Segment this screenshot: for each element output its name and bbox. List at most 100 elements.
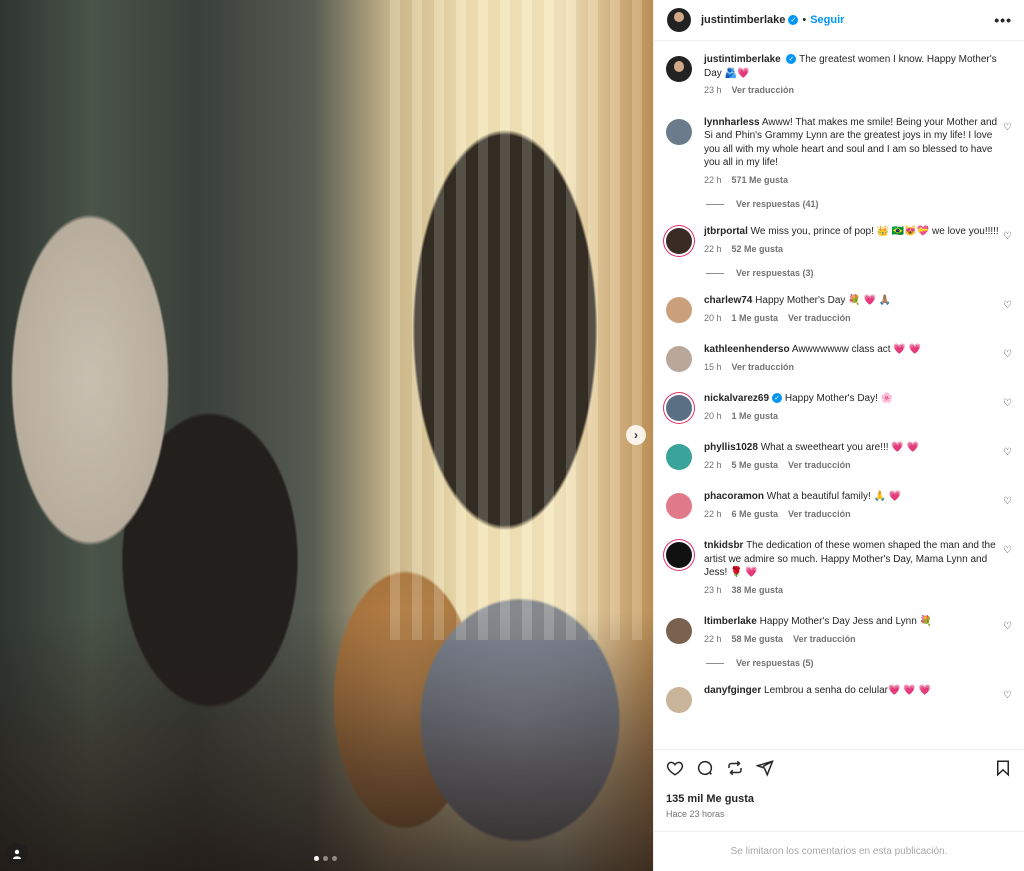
view-replies-label: Ver respuestas (3): [736, 268, 814, 278]
author-avatar[interactable]: [667, 8, 691, 32]
comment-item: kathleenhenderso Awwwwwww class act 💗 💗 1…: [666, 343, 1014, 374]
tagged-people-button[interactable]: [6, 843, 28, 865]
commenter-username[interactable]: danyfginger: [704, 685, 761, 696]
view-replies-button[interactable]: Ver respuestas (41): [706, 199, 1014, 209]
commenter-avatar[interactable]: [666, 118, 692, 145]
comment-likes[interactable]: 52 Me gusta: [732, 243, 784, 257]
comment-time[interactable]: 22 h: [704, 174, 722, 188]
post-media[interactable]: ›: [0, 0, 653, 871]
comment-translate-link[interactable]: Ver traducción: [788, 312, 851, 326]
comment-likes[interactable]: 58 Me gusta: [732, 633, 784, 647]
carousel-next-button[interactable]: ›: [626, 425, 646, 445]
post-header: justintimberlake ✓ • Seguir •••: [654, 0, 1024, 41]
comment-time[interactable]: 22 h: [704, 459, 722, 473]
carousel-dot: [323, 856, 328, 861]
likes-count[interactable]: 135 mil Me gusta: [654, 785, 1024, 805]
comment-time[interactable]: 22 h: [704, 633, 722, 647]
comment-like-heart-icon[interactable]: ♡: [1003, 349, 1012, 360]
carousel-indicator: [314, 856, 337, 861]
comment-text: Happy Mother's Day Jess and Lynn 💐: [759, 616, 932, 627]
heart-icon[interactable]: [666, 759, 684, 777]
commenter-username[interactable]: nickalvarez69: [704, 393, 769, 404]
commenter-avatar[interactable]: [666, 444, 692, 470]
comment-text: What a sweetheart you are!!! 💗 💗: [760, 442, 920, 453]
commenter-username[interactable]: phacoramon: [704, 491, 764, 502]
comment-translate-link[interactable]: Ver traducción: [793, 633, 856, 647]
comment-text: What a beautiful family! 🙏 💗: [766, 491, 902, 502]
comment-like-heart-icon[interactable]: ♡: [1003, 496, 1012, 507]
more-options-icon[interactable]: •••: [994, 12, 1012, 28]
header-separator: •: [802, 14, 807, 26]
commenter-username[interactable]: charlew74: [704, 295, 752, 306]
comment-translate-link[interactable]: Ver traducción: [788, 508, 851, 522]
comment-like-heart-icon[interactable]: ♡: [1003, 398, 1012, 409]
comment-like-heart-icon[interactable]: ♡: [1003, 122, 1012, 133]
commenter-username[interactable]: phyllis1028: [704, 442, 758, 453]
commenter-avatar[interactable]: [666, 346, 692, 372]
share-icon[interactable]: [756, 759, 774, 777]
view-replies-button[interactable]: Ver respuestas (5): [706, 658, 1014, 668]
comment-text: Happy Mother's Day! 🌸: [784, 393, 894, 404]
commenter-avatar[interactable]: [666, 687, 692, 713]
comment-likes[interactable]: 1 Me gusta: [732, 312, 779, 326]
comment-likes[interactable]: 38 Me gusta: [732, 584, 784, 598]
comment-time[interactable]: 15 h: [704, 361, 722, 375]
commenter-avatar[interactable]: [666, 618, 692, 644]
post-date[interactable]: Hace 23 horas: [654, 805, 1024, 819]
commenter-username[interactable]: ltimberlake: [704, 616, 757, 627]
commenter-username[interactable]: kathleenhenderso: [704, 344, 790, 355]
caption-time[interactable]: 23 h: [704, 84, 722, 98]
comment-like-heart-icon[interactable]: ♡: [1003, 300, 1012, 311]
view-replies-label: Ver respuestas (5): [736, 658, 814, 668]
replies-line: [706, 272, 724, 274]
comments-list[interactable]: justintimberlake ✓ The greatest women I …: [654, 41, 1024, 749]
comment-icon[interactable]: [696, 759, 714, 777]
commenter-avatar[interactable]: [666, 395, 692, 421]
follow-button[interactable]: Seguir: [810, 14, 844, 26]
verified-badge-icon: ✓: [788, 15, 799, 25]
repost-icon[interactable]: [726, 759, 744, 777]
comment-item: lynnharless Awww! That makes me smile! B…: [666, 116, 1014, 188]
comment-like-heart-icon[interactable]: ♡: [1003, 447, 1012, 458]
media-floor-shade: [0, 611, 653, 871]
commenter-username[interactable]: tnkidsbr: [704, 540, 743, 551]
comment-time[interactable]: 23 h: [704, 584, 722, 598]
comment-likes[interactable]: 6 Me gusta: [732, 508, 779, 522]
commenter-username[interactable]: lynnharless: [704, 117, 760, 128]
person-tag-icon: [13, 849, 21, 859]
commenter-avatar[interactable]: [666, 542, 692, 568]
comment-text: The dedication of these women shaped the…: [704, 540, 996, 578]
commenter-username[interactable]: jtbrportal: [704, 226, 748, 237]
comment-time[interactable]: 20 h: [704, 410, 722, 424]
author-username[interactable]: justintimberlake: [701, 14, 785, 26]
caption-translate-link[interactable]: Ver traducción: [732, 84, 795, 98]
caption-username[interactable]: justintimberlake: [704, 54, 781, 65]
comment-likes[interactable]: 1 Me gusta: [732, 410, 779, 424]
caption-author-avatar[interactable]: [666, 56, 692, 82]
media-curtain: [390, 0, 653, 640]
comment-item: charlew74 Happy Mother's Day 💐 💗 🙏🏽 20 h 1…: [666, 294, 1014, 325]
view-replies-button[interactable]: Ver respuestas (3): [706, 268, 1014, 278]
verified-badge-icon: ✓: [786, 54, 797, 65]
comment-text: Lembrou a senha do celular💗 💗 💗: [764, 685, 931, 696]
comment-like-heart-icon[interactable]: ♡: [1003, 231, 1012, 242]
comment-time[interactable]: 22 h: [704, 508, 722, 522]
commenter-avatar[interactable]: [666, 228, 692, 254]
comment-time[interactable]: 22 h: [704, 243, 722, 257]
comment-item: nickalvarez69 ✓ Happy Mother's Day! 🌸 20 h…: [666, 392, 1014, 423]
comment-translate-link[interactable]: Ver traducción: [732, 361, 795, 375]
comment-like-heart-icon[interactable]: ♡: [1003, 545, 1012, 556]
carousel-dot: [314, 856, 319, 861]
bookmark-icon[interactable]: [994, 759, 1012, 777]
comment-like-heart-icon[interactable]: ♡: [1003, 621, 1012, 632]
comment-likes[interactable]: 5 Me gusta: [732, 459, 779, 473]
commenter-avatar[interactable]: [666, 297, 692, 323]
commenter-avatar[interactable]: [666, 493, 692, 519]
comment-text: We miss you, prince of pop! 👑 🇧🇷😻💝 we lo…: [750, 226, 999, 237]
comment-like-heart-icon[interactable]: ♡: [1003, 690, 1012, 701]
comment-time[interactable]: 20 h: [704, 312, 722, 326]
comment-translate-link[interactable]: Ver traducción: [788, 459, 851, 473]
comment-likes[interactable]: 571 Me gusta: [732, 174, 789, 188]
comment-item: phyllis1028 What a sweetheart you are!!!…: [666, 441, 1014, 472]
comment-item: jtbrportal We miss you, prince of pop! 👑…: [666, 225, 1014, 256]
